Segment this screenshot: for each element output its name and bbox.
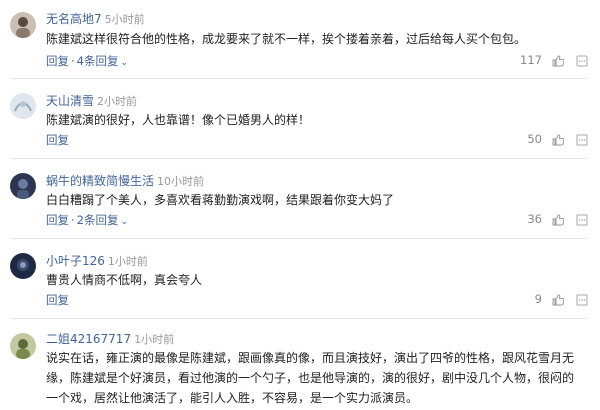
comment-username[interactable]: 蜗牛的精致简慢生活 10小时前 — [46, 172, 204, 189]
comment-actions: 回复 — [46, 132, 69, 148]
comment-text: 白白糟蹋了个美人，多喜欢看蒋勤勤演戏啊，结果跟着你变大妈了 — [46, 193, 395, 207]
comment-text: 陈建斌演的很好，人也靠谱！像个已婚男人的样！ — [46, 113, 311, 127]
comment-text: 曹贵人情商不低啊，真会夸人 — [46, 273, 203, 287]
more-icon[interactable] — [576, 134, 588, 146]
username-text[interactable]: 无名高地7 — [46, 12, 102, 26]
comment-text: 说实在话，雍正演的最像是陈建斌，跟画像真的像，而且演技好，演出了四爷的性格，跟风… — [46, 351, 575, 405]
divider — [10, 318, 588, 319]
more-icon[interactable] — [576, 55, 588, 67]
like-count: 50 — [527, 132, 542, 146]
comment-actions: 回复 · 4条回复 ⌄ — [46, 53, 128, 69]
comment-username[interactable]: 无名高地7 5小时前 — [46, 10, 145, 27]
divider — [10, 78, 588, 79]
avatar[interactable] — [10, 12, 36, 38]
view-replies-button[interactable]: 2条回复 — [77, 213, 119, 227]
avatar[interactable] — [10, 253, 36, 279]
divider — [10, 158, 588, 159]
reply-button[interactable]: 回复 — [46, 293, 69, 307]
username-text[interactable]: 蜗牛的精致简慢生活 — [46, 174, 154, 188]
comment-username[interactable]: 天山清雪 2小时前 — [46, 92, 137, 109]
username-text[interactable]: 天山清雪 — [46, 94, 94, 108]
comment-actions: 回复 — [46, 292, 69, 308]
like-count: 117 — [520, 53, 542, 67]
divider — [10, 238, 588, 239]
chevron-down-icon[interactable]: ⌄ — [120, 58, 128, 68]
like-count: 36 — [527, 212, 542, 226]
avatar[interactable] — [10, 333, 36, 359]
reply-button[interactable]: 回复 — [46, 133, 69, 147]
thumbs-up-icon[interactable] — [552, 214, 564, 226]
comment-time: 2小时前 — [97, 95, 138, 108]
thumbs-up-icon[interactable] — [552, 134, 564, 146]
separator-dot: · — [71, 54, 75, 68]
separator-dot: · — [71, 213, 75, 227]
username-text[interactable]: 小叶子126 — [46, 254, 105, 268]
reply-button[interactable]: 回复 — [46, 54, 69, 68]
like-count: 9 — [534, 292, 542, 306]
avatar[interactable] — [10, 93, 36, 119]
comment-actions: 回复 · 2条回复 ⌄ — [46, 212, 128, 228]
comment-time: 5小时前 — [104, 13, 145, 26]
username-text[interactable]: 二姐42167717 — [46, 332, 131, 346]
avatar[interactable] — [10, 173, 36, 199]
comment-time: 1小时前 — [107, 255, 148, 268]
reply-button[interactable]: 回复 — [46, 213, 69, 227]
comment-time: 1小时前 — [134, 333, 175, 346]
more-icon[interactable] — [576, 294, 588, 306]
comment-username[interactable]: 二姐42167717 1小时前 — [46, 330, 174, 347]
thumbs-up-icon[interactable] — [552, 55, 564, 67]
comment-time: 10小时前 — [157, 175, 205, 188]
comment-username[interactable]: 小叶子126 1小时前 — [46, 252, 148, 269]
view-replies-button[interactable]: 4条回复 — [77, 54, 119, 68]
chevron-down-icon[interactable]: ⌄ — [120, 217, 128, 227]
more-icon[interactable] — [576, 214, 588, 226]
thumbs-up-icon[interactable] — [552, 294, 564, 306]
comment-text: 陈建斌这样很符合他的性格，成龙要来了就不一样，挨个搂着亲着，过后给每人买个包包。 — [46, 32, 527, 46]
